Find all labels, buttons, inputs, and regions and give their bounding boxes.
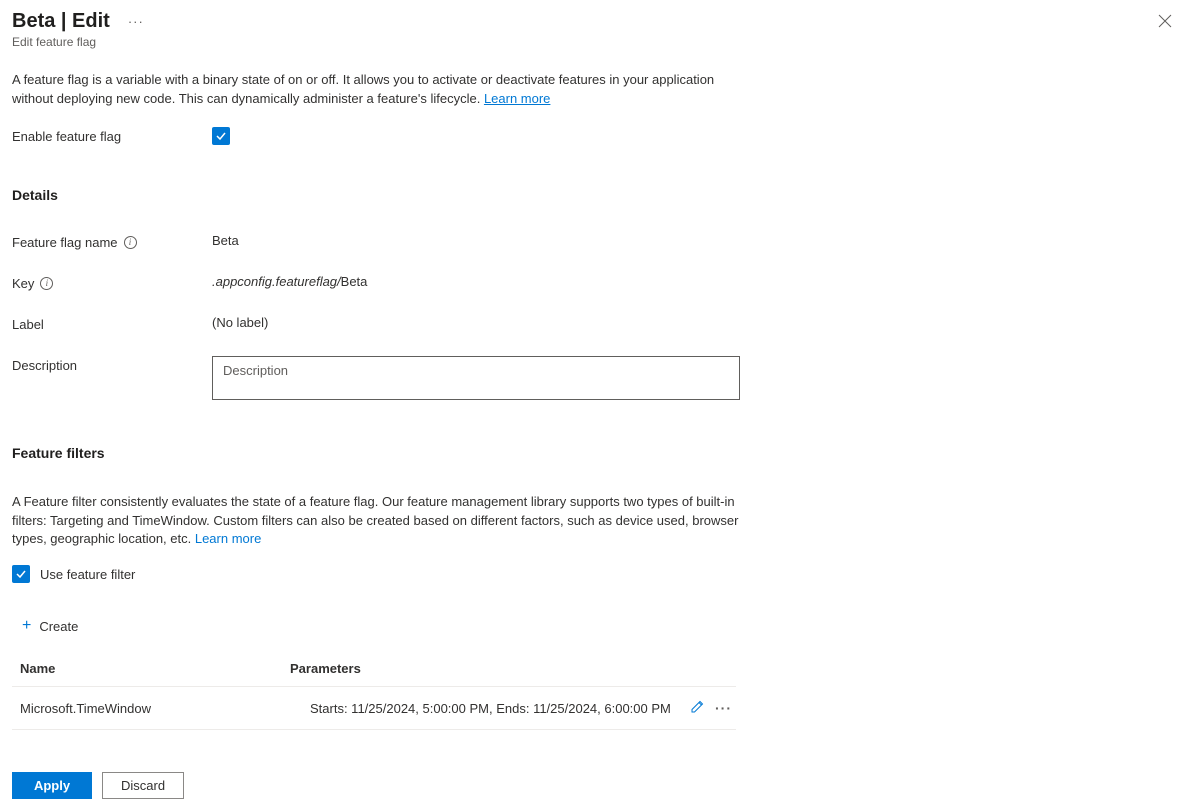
create-label: Create — [39, 619, 78, 634]
key-label: Key — [12, 276, 34, 291]
use-feature-filter-checkbox[interactable] — [12, 565, 30, 583]
table-row[interactable]: Microsoft.TimeWindow Starts: 11/25/2024,… — [12, 687, 736, 730]
column-header-parameters[interactable]: Parameters — [290, 661, 736, 676]
info-icon[interactable]: i — [40, 277, 53, 290]
create-filter-button[interactable]: + Create — [22, 617, 1180, 635]
description-label: Description — [12, 356, 212, 373]
details-heading: Details — [12, 187, 1180, 203]
label-value: (No label) — [212, 315, 268, 330]
enable-flag-checkbox[interactable] — [212, 127, 230, 145]
edit-icon[interactable] — [690, 699, 705, 717]
plus-icon: + — [22, 617, 31, 635]
column-header-name[interactable]: Name — [20, 661, 290, 676]
info-icon[interactable]: i — [124, 236, 137, 249]
close-icon[interactable] — [1150, 10, 1180, 36]
description-input[interactable] — [212, 356, 740, 400]
use-feature-filter-label: Use feature filter — [40, 567, 135, 582]
enable-flag-label: Enable feature flag — [12, 127, 212, 144]
feature-flag-name-value: Beta — [212, 233, 239, 248]
learn-more-link[interactable]: Learn more — [195, 531, 261, 546]
filters-intro-text: A Feature filter consistently evaluates … — [12, 493, 742, 550]
more-actions-icon[interactable]: ··· — [124, 12, 148, 31]
intro-text: A feature flag is a variable with a bina… — [12, 71, 732, 109]
label-label: Label — [12, 315, 212, 332]
key-value: .appconfig.featureflag/Beta — [212, 274, 367, 289]
filter-params-cell: Starts: 11/25/2024, 5:00:00 PM, Ends: 11… — [290, 701, 690, 716]
learn-more-link[interactable]: Learn more — [484, 91, 550, 106]
page-subtitle: Edit feature flag — [12, 35, 148, 49]
filters-table: Name Parameters Microsoft.TimeWindow Sta… — [12, 653, 736, 730]
page-title: Beta | Edit — [12, 10, 110, 33]
apply-button[interactable]: Apply — [12, 772, 92, 799]
filter-name-cell: Microsoft.TimeWindow — [20, 701, 290, 716]
feature-filters-heading: Feature filters — [12, 445, 1180, 461]
feature-flag-name-label: Feature flag name — [12, 235, 118, 250]
row-more-icon[interactable]: ··· — [715, 700, 732, 716]
discard-button[interactable]: Discard — [102, 772, 184, 799]
